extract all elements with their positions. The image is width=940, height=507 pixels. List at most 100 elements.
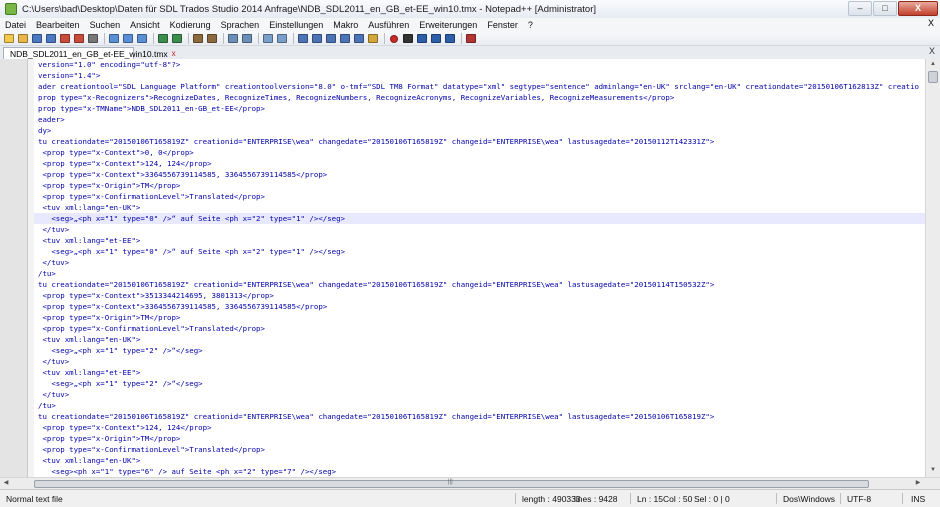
code-line[interactable]: 18 <seg>„<ph x="1" type="0" />“ auf Seit… <box>34 246 925 257</box>
paste-button[interactable] <box>136 33 148 44</box>
menu-suchen[interactable]: Suchen <box>85 20 126 30</box>
scroll-down-arrow-icon[interactable]: ▼ <box>928 466 938 475</box>
code-line[interactable]: 34 <prop type="x-Context">124, 124</prop… <box>34 422 925 433</box>
menu-kodierung[interactable]: Kodierung <box>165 20 216 30</box>
menu-einstellungen[interactable]: Einstellungen <box>264 20 328 30</box>
code-line[interactable]: 3ader creationtool="SDL Language Platfor… <box>34 81 925 92</box>
close-window-button[interactable]: X <box>898 1 938 16</box>
menu-makro[interactable]: Makro <box>328 20 363 30</box>
code-line[interactable]: 8tu creationdate="20150106T165819Z" crea… <box>34 136 925 147</box>
code-line[interactable]: 23 <prop type="x-Context">33645567391145… <box>34 301 925 312</box>
code-line[interactable]: 32/tu> <box>34 400 925 411</box>
code-line[interactable]: 31 </tuv> <box>34 389 925 400</box>
code-line[interactable]: 27 <seg>„<ph x="1" type="2" />“</seg> <box>34 345 925 356</box>
close-all-button[interactable] <box>73 33 85 44</box>
code-line[interactable]: 30 <seg>„<ph x="1" type="2" />“</seg> <box>34 378 925 389</box>
code-line[interactable]: 33tu creationdate="20150106T165819Z" cre… <box>34 411 925 422</box>
run-macro-multiple-button[interactable] <box>430 33 442 44</box>
minimize-button[interactable]: – <box>848 1 872 16</box>
maximize-button[interactable]: □ <box>873 1 897 16</box>
redo-button[interactable] <box>171 33 183 44</box>
new-file-button[interactable] <box>3 33 15 44</box>
copy-button[interactable] <box>122 33 134 44</box>
save-all-button[interactable] <box>45 33 57 44</box>
code-line[interactable]: 38 <seg><ph x="1" type="6" /> auf Seite … <box>34 466 925 477</box>
vertical-scroll-thumb[interactable] <box>928 71 938 83</box>
horizontal-scrollbar[interactable]: ◀ ||| ▶ <box>0 477 940 489</box>
doc-map-button[interactable] <box>339 33 351 44</box>
code-line[interactable]: 16 </tuv> <box>34 224 925 235</box>
function-list-button[interactable] <box>353 33 365 44</box>
zoom-out-button[interactable] <box>241 33 253 44</box>
code-line[interactable]: 7dy> <box>34 125 925 136</box>
code-line[interactable]: 19 </tuv> <box>34 257 925 268</box>
code-line[interactable]: 10 <prop type="x-Context">124, 124</prop… <box>34 158 925 169</box>
close-tab-button[interactable]: X <box>929 46 935 56</box>
zoom-in-button[interactable] <box>227 33 239 44</box>
title-bar[interactable]: C:\Users\bad\Desktop\Daten für SDL Trado… <box>0 0 940 19</box>
menu-bearbeiten[interactable]: Bearbeiten <box>31 20 85 30</box>
code-line[interactable]: 5prop type="x-TMName">NDB_SDL2011_en-GB_… <box>34 103 925 114</box>
code-line[interactable]: 24 <prop type="x-Origin">TM</prop> <box>34 312 925 323</box>
print-button[interactable] <box>87 33 99 44</box>
code-line[interactable]: 15 <seg>„<ph x="1" type="0" />“ auf Seit… <box>34 213 925 224</box>
code-line[interactable]: 11 <prop type="x-Context">33645567391145… <box>34 169 925 180</box>
undo-button[interactable] <box>157 33 169 44</box>
menu-ansicht[interactable]: Ansicht <box>125 20 165 30</box>
menu-erweiterungen[interactable]: Erweiterungen <box>414 20 482 30</box>
close-button[interactable] <box>59 33 71 44</box>
find-button[interactable] <box>192 33 204 44</box>
save-macro-button[interactable] <box>444 33 456 44</box>
code-line[interactable]: 35 <prop type="x-Origin">TM</prop> <box>34 433 925 444</box>
tab-close-button[interactable]: x <box>172 49 176 58</box>
scroll-left-arrow-icon[interactable]: ◀ <box>1 478 11 489</box>
code-line[interactable]: 22 <prop type="x-Context">3513344214695,… <box>34 290 925 301</box>
code-line[interactable]: 21tu creationdate="20150106T165819Z" cre… <box>34 279 925 290</box>
code-line[interactable]: 12 <prop type="x-Origin">TM</prop> <box>34 180 925 191</box>
tab-ndb-tmx[interactable]: NDB_SDL2011_en_GB_et-EE_win10.tmx x <box>3 47 176 59</box>
indent-guide-button[interactable] <box>325 33 337 44</box>
code-line[interactable]: 17 <tuv xml:lang="et-EE"> <box>34 235 925 246</box>
menu-ausfuehren[interactable]: Ausführen <box>363 20 414 30</box>
code-line[interactable]: 4prop type="x-Recognizers">RecognizeDate… <box>34 92 925 103</box>
editor[interactable]: 1version="1.0" encoding="utf-8"?>2versio… <box>0 59 940 477</box>
scroll-right-arrow-icon[interactable]: ▶ <box>913 478 923 489</box>
code-line[interactable]: 13 <prop type="x-ConfirmationLevel">Tran… <box>34 191 925 202</box>
menu-datei[interactable]: Datei <box>0 20 31 30</box>
sync-horizontal-button[interactable] <box>276 33 288 44</box>
code-line[interactable]: 28 </tuv> <box>34 356 925 367</box>
play-macro-button[interactable] <box>416 33 428 44</box>
scroll-up-arrow-icon[interactable]: ▲ <box>928 60 938 69</box>
spell-check-button[interactable] <box>465 33 477 44</box>
cut-button[interactable] <box>108 33 120 44</box>
code-line[interactable]: 2version="1.4"> <box>34 70 925 81</box>
replace-button[interactable] <box>206 33 218 44</box>
status-encoding[interactable]: UTF-8 <box>847 494 871 504</box>
code-line[interactable]: 29 <tuv xml:lang="et-EE"> <box>34 367 925 378</box>
code-line[interactable]: 20/tu> <box>34 268 925 279</box>
code-line[interactable]: 26 <tuv xml:lang="en-UK"> <box>34 334 925 345</box>
status-mode[interactable]: INS <box>911 494 925 504</box>
open-file-button[interactable] <box>17 33 29 44</box>
folder-workspace-button[interactable] <box>367 33 379 44</box>
code-line[interactable]: 37 <tuv xml:lang="en-UK"> <box>34 455 925 466</box>
stop-record-button[interactable] <box>402 33 414 44</box>
code-line[interactable]: 6eader> <box>34 114 925 125</box>
all-chars-button[interactable] <box>311 33 323 44</box>
menu-fenster[interactable]: Fenster <box>482 20 523 30</box>
code-line[interactable]: 14 <tuv xml:lang="en-UK"> <box>34 202 925 213</box>
record-macro-button[interactable] <box>388 33 400 44</box>
save-button[interactable] <box>31 33 43 44</box>
vertical-scrollbar[interactable]: ▲ ▼ <box>925 59 940 477</box>
word-wrap-button[interactable] <box>297 33 309 44</box>
code-line[interactable]: 25 <prop type="x-ConfirmationLevel">Tran… <box>34 323 925 334</box>
menu-help[interactable]: ? <box>523 20 538 30</box>
code-line[interactable]: 36 <prop type="x-ConfirmationLevel">Tran… <box>34 444 925 455</box>
code-line[interactable]: 1version="1.0" encoding="utf-8"?> <box>34 59 925 70</box>
status-eol[interactable]: Dos\Windows <box>783 494 835 504</box>
code-area[interactable]: 1version="1.0" encoding="utf-8"?>2versio… <box>34 59 925 477</box>
menu-sprachen[interactable]: Sprachen <box>216 20 265 30</box>
code-line[interactable]: 9 <prop type="x-Context">0, 0</prop> <box>34 147 925 158</box>
menu-close-document-button[interactable]: X <box>928 18 934 28</box>
sync-vertical-button[interactable] <box>262 33 274 44</box>
